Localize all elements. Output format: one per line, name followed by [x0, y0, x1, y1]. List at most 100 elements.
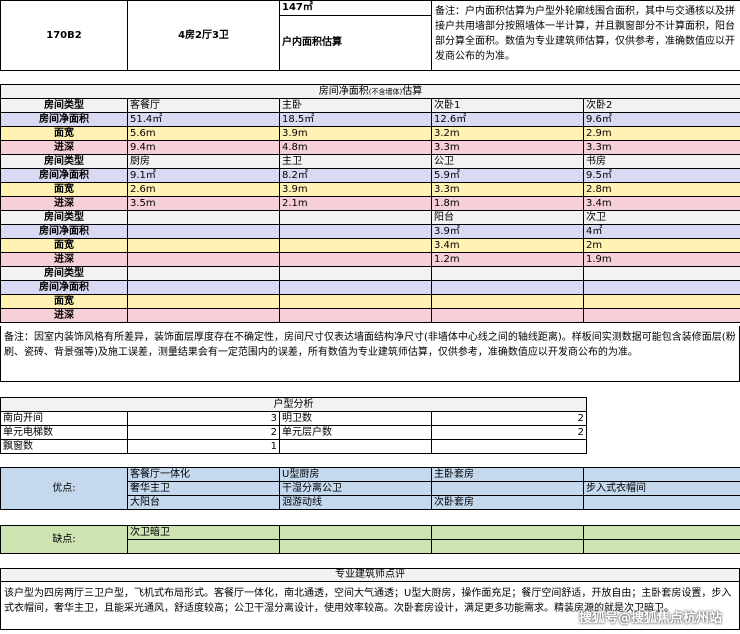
room-cell — [431, 266, 584, 281]
analysis-cell: 南向开间 — [0, 411, 128, 426]
analysis-cell: 明卫数 — [279, 411, 432, 426]
room-cell: 3.3m — [431, 182, 584, 197]
room-cell — [127, 280, 280, 295]
room-cell: 5.6m — [127, 126, 280, 141]
pros-label: 优点: — [0, 467, 128, 510]
pros-table: 优点: 客餐厅一体化 U型厨房 主卧套房 奢华主卫 干湿分离公卫 步入式衣帽间 大阳台 洄游动线… — [0, 467, 740, 510]
cons-cell — [279, 539, 432, 554]
room-cell: 主卧 — [279, 98, 432, 113]
room-cell: 2.6m — [127, 182, 280, 197]
analysis-cell: 3 — [127, 411, 280, 426]
room-cell — [279, 294, 432, 309]
room-cell: 3.9m — [279, 182, 432, 197]
pros-cell: 奢华主卫 — [127, 481, 280, 496]
room-row: 面宽 3.4m 2m — [0, 238, 740, 253]
area-value: 147㎡ — [279, 0, 432, 16]
cons-cell — [583, 525, 740, 540]
unit-code: 170B2 — [0, 0, 128, 71]
room-cell — [279, 210, 432, 225]
room-cell: 12.6㎡ — [431, 112, 584, 127]
review-title: 专业建筑师点评 — [0, 568, 740, 582]
room-cell: 1.2m — [431, 252, 584, 267]
analysis-cell: 2 — [431, 425, 587, 440]
room-row-label: 面宽 — [0, 294, 128, 309]
room-cell — [582, 308, 740, 323]
room-cell: 3.5m — [127, 196, 280, 211]
room-cell — [279, 280, 432, 295]
pros-cell — [431, 481, 584, 496]
room-cell: 公卫 — [431, 154, 584, 169]
pros-cell: 客餐厅一体化 — [127, 467, 280, 482]
room-row-label: 房间净面积 — [0, 112, 128, 127]
room-row-label: 进深 — [0, 140, 128, 155]
analysis-cell: 1 — [127, 439, 280, 454]
cons-label: 缺点: — [0, 525, 128, 554]
room-row-label: 房间类型 — [0, 154, 128, 169]
analysis-title: 户型分析 — [0, 397, 587, 412]
room-cell — [127, 210, 280, 225]
room-row: 房间类型 — [0, 266, 740, 281]
pros-cell: U型厨房 — [279, 467, 432, 482]
analysis-row: 单元电梯数 2 单元层户数 2 — [0, 425, 587, 440]
room-cell: 1.8m — [431, 196, 584, 211]
room-row: 房间净面积 9.1㎡ 8.2㎡ 5.9㎡ 9.5㎡ — [0, 168, 740, 183]
room-cell — [431, 294, 584, 309]
pros-cell: 干湿分离公卫 — [279, 481, 432, 496]
room-row: 房间类型 厨房 主卫 公卫 书房 — [0, 154, 740, 169]
cons-row: 缺点: 次卫暗卫 — [0, 525, 740, 554]
cons-cell — [279, 525, 432, 540]
room-row-label: 面宽 — [0, 238, 128, 253]
room-cell: 18.5㎡ — [279, 112, 432, 127]
room-cell: 3.4m — [431, 238, 584, 253]
room-cell — [582, 280, 740, 295]
room-row: 房间净面积 3.9㎡ 4㎡ — [0, 224, 740, 239]
room-cell: 9.6㎡ — [582, 112, 740, 127]
room-cell — [279, 224, 432, 239]
room-cell: 3.3m — [582, 140, 740, 155]
header-table: 170B2 4房2厅3卫 147㎡ 备注：户内面积估算为户型外轮廓线围合面积，其… — [0, 0, 740, 71]
analysis-row: 南向开间 3 明卫数 2 — [0, 411, 587, 426]
cons-cell: 次卫暗卫 — [127, 525, 280, 540]
room-cell: 2m — [582, 238, 740, 253]
room-cell — [279, 252, 432, 267]
room-cell: 9.1㎡ — [127, 168, 280, 183]
room-cell — [127, 266, 280, 281]
room-row: 进深 9.4m 4.8m 3.3m 3.3m — [0, 140, 740, 155]
cons-cell — [127, 539, 280, 554]
unit-layout: 4房2厅3卫 — [127, 0, 280, 71]
room-cell: 4㎡ — [582, 224, 740, 239]
pros-cell: 主卧套房 — [431, 467, 584, 482]
pros-cell — [583, 467, 740, 482]
room-cell: 次卧2 — [582, 98, 740, 113]
room-note: 备注：因室内装饰风格有所差异，装饰面层厚度存在不确定性，房间尺寸仅表达墙面结构净… — [0, 326, 740, 382]
room-row-label: 房间类型 — [0, 266, 128, 281]
room-cell: 次卫 — [582, 210, 740, 225]
room-row-label: 房间净面积 — [0, 224, 128, 239]
room-row: 房间类型 阳台 次卫 — [0, 210, 740, 225]
room-row: 进深 3.5m 2.1m 1.8m 3.4m — [0, 196, 740, 211]
room-cell: 51.4㎡ — [127, 112, 280, 127]
room-cell — [431, 280, 584, 295]
room-cell: 8.2㎡ — [279, 168, 432, 183]
analysis-cell — [431, 439, 587, 454]
room-cell — [127, 308, 280, 323]
room-cell — [582, 294, 740, 309]
cons-cell — [583, 539, 740, 554]
analysis-cell: 单元电梯数 — [0, 425, 128, 440]
room-cell — [127, 238, 280, 253]
room-cell: 2.1m — [279, 196, 432, 211]
room-row-label: 房间类型 — [0, 210, 128, 225]
room-row-label: 面宽 — [0, 182, 128, 197]
cons-cell — [431, 539, 584, 554]
room-cell: 次卧1 — [431, 98, 584, 113]
room-cell: 主卫 — [279, 154, 432, 169]
room-cell: 9.5㎡ — [582, 168, 740, 183]
pros-cell: 步入式衣帽间 — [583, 481, 740, 496]
pros-cell: 洄游动线 — [279, 495, 432, 510]
room-cell: 书房 — [582, 154, 740, 169]
pros-row: 优点: 客餐厅一体化 U型厨房 主卧套房 — [0, 467, 740, 510]
room-row: 面宽 5.6m 3.9m 3.2m 2.9m — [0, 126, 740, 141]
room-cell — [279, 308, 432, 323]
room-row-label: 进深 — [0, 252, 128, 267]
room-row: 房间净面积 51.4㎡ 18.5㎡ 12.6㎡ 9.6㎡ — [0, 112, 740, 127]
